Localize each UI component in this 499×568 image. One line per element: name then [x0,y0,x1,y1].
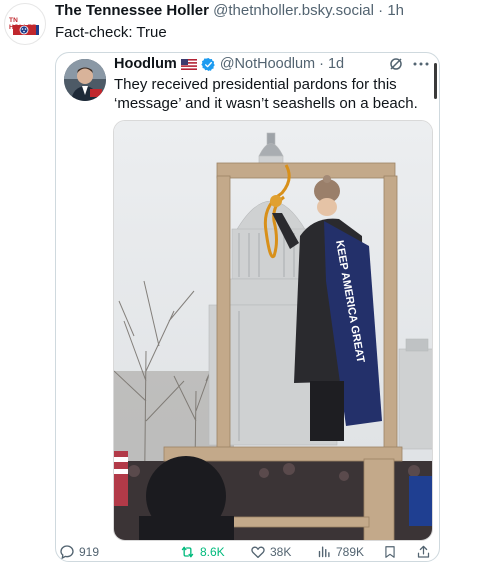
views-button[interactable]: 789K [317,544,364,559]
quoted-header: Hoodlum @NotHoodlum · 1d [114,56,344,72]
author-name[interactable]: The Tennessee Holler [55,2,209,19]
repost-button[interactable]: 8.6K [179,544,225,560]
quoted-post-text: They received presidential pardons for t… [114,76,418,112]
quoted-post-time[interactable]: 1d [328,56,344,72]
reply-button[interactable]: 919 [59,544,99,560]
quoted-author-handle[interactable]: @NotHoodlum [220,56,315,72]
heart-icon [251,546,265,558]
photo-image: KEEP AMERICA GREAT [114,121,432,540]
like-button[interactable]: 38K [250,544,291,560]
share-icon [417,545,430,558]
header-separator: · [378,2,384,19]
reply-count: 919 [79,545,100,559]
more-options-icon[interactable] [413,62,429,66]
quoted-post[interactable]: Hoodlum @NotHoodlum · 1d They received p… [55,52,440,562]
share-button[interactable] [416,544,431,560]
verified-badge-icon [201,57,215,71]
repost-count: 8.6K [200,545,225,559]
quoted-separator: · [319,56,324,72]
tennessee-flag-icon [13,25,39,35]
us-flag-icon [180,58,197,70]
views-count: 789K [336,544,365,559]
repost-icon [181,546,194,558]
bookmark-icon [385,546,395,558]
avatar-portrait-image [64,59,106,101]
grok-icon[interactable] [389,57,403,71]
views-chart-icon [318,546,330,558]
author-avatar[interactable]: TN HOLLER [4,3,46,45]
quoted-post-photo[interactable]: KEEP AMERICA GREAT [113,120,433,541]
scrollbar[interactable] [434,63,437,99]
post-text: Fact-check: True [55,24,167,41]
quoted-author-name[interactable]: Hoodlum [114,56,177,72]
post-header: The Tennessee Holler @thetnholler.bsky.s… [55,2,404,19]
action-bar: 919 8.6K 38K 789K [55,544,440,566]
post-time[interactable]: 1h [387,2,404,19]
reply-icon [60,545,74,560]
like-count: 38K [270,545,292,559]
bookmark-button[interactable] [383,544,397,560]
author-handle[interactable]: @thetnholler.bsky.social [213,2,374,19]
quoted-author-avatar[interactable] [64,59,106,101]
